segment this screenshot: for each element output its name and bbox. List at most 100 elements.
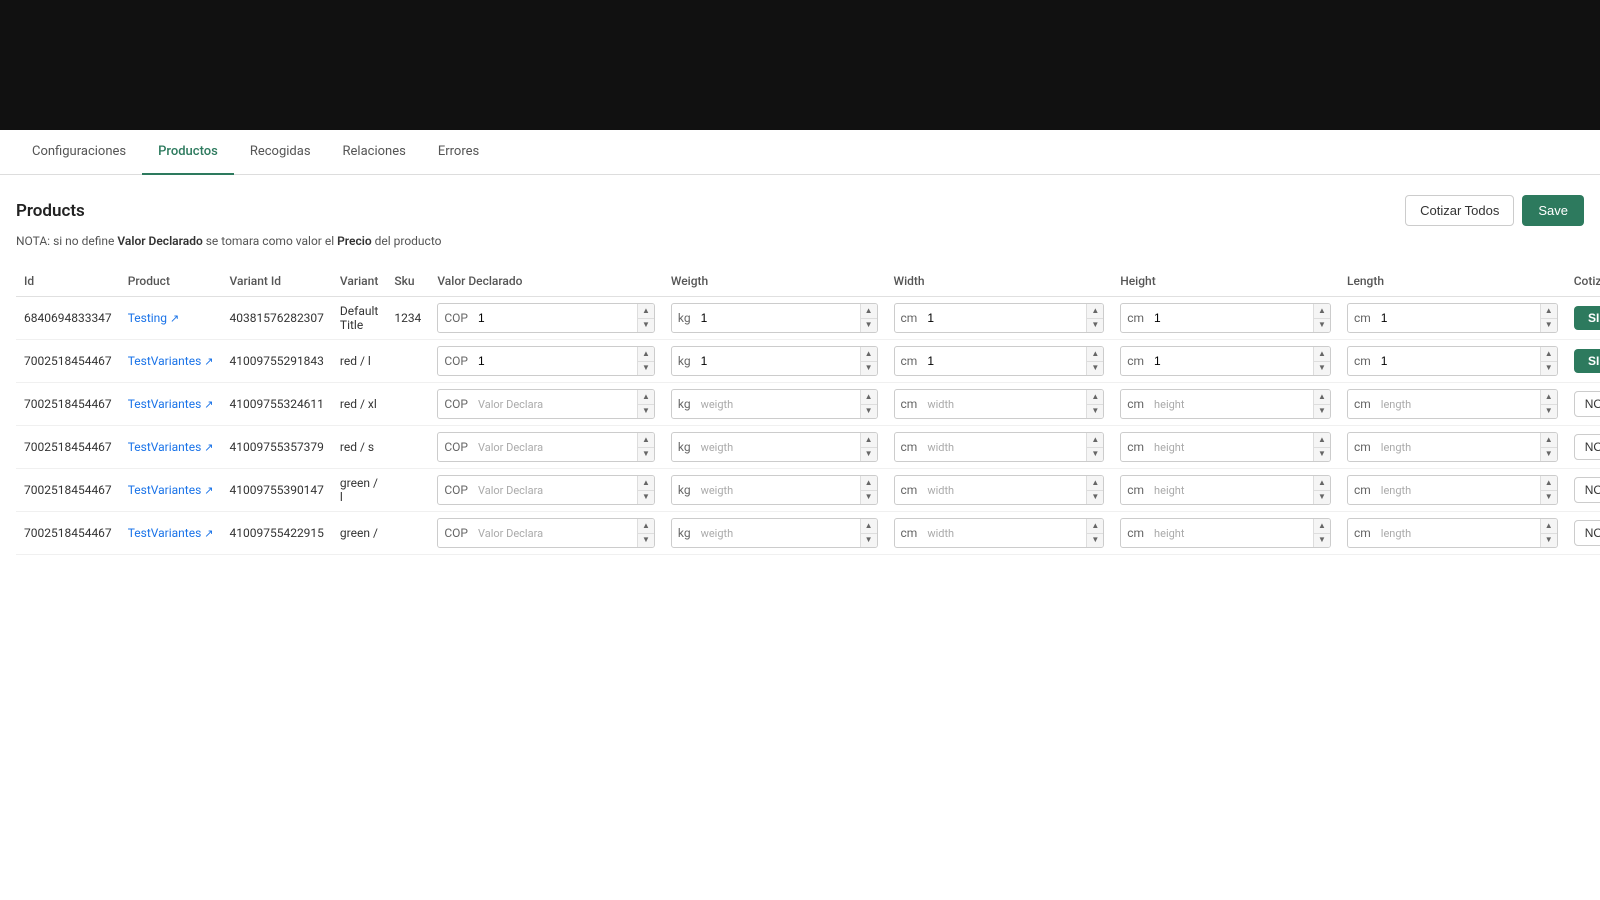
tab-productos[interactable]: Productos xyxy=(142,130,234,175)
spin-up-button[interactable]: ▲ xyxy=(861,347,877,362)
spin-down-button[interactable]: ▼ xyxy=(1087,319,1103,333)
spin-up-button[interactable]: ▲ xyxy=(1087,433,1103,448)
spin-up-button[interactable]: ▲ xyxy=(638,519,654,534)
spin-down-button[interactable]: ▼ xyxy=(1314,448,1330,462)
spin-up-button[interactable]: ▲ xyxy=(1314,476,1330,491)
spin-down-button[interactable]: ▼ xyxy=(638,491,654,505)
spin-buttons: ▲▼ xyxy=(1086,519,1103,547)
input-field[interactable] xyxy=(697,311,860,325)
cotizable-button[interactable]: SI xyxy=(1574,349,1600,373)
spin-down-button[interactable]: ▼ xyxy=(861,448,877,462)
spin-up-button[interactable]: ▲ xyxy=(1314,433,1330,448)
product-link[interactable]: TestVariantes ↗ xyxy=(128,483,214,497)
spin-up-button[interactable]: ▲ xyxy=(1087,304,1103,319)
spin-down-button[interactable]: ▼ xyxy=(1541,362,1557,376)
spin-down-button[interactable]: ▼ xyxy=(1087,362,1103,376)
spin-up-button[interactable]: ▲ xyxy=(1541,433,1557,448)
spin-up-button[interactable]: ▲ xyxy=(638,347,654,362)
spin-buttons: ▲▼ xyxy=(860,347,877,375)
spin-down-button[interactable]: ▼ xyxy=(638,362,654,376)
spin-up-button[interactable]: ▲ xyxy=(638,390,654,405)
save-button[interactable]: Save xyxy=(1522,195,1584,226)
spin-up-button[interactable]: ▲ xyxy=(861,519,877,534)
spin-up-button[interactable]: ▲ xyxy=(1314,390,1330,405)
cotizable-button[interactable]: NO xyxy=(1574,434,1600,460)
spin-down-button[interactable]: ▼ xyxy=(1541,491,1557,505)
tab-recogidas[interactable]: Recogidas xyxy=(234,130,327,175)
product-link[interactable]: TestVariantes ↗ xyxy=(128,354,214,368)
input-field[interactable] xyxy=(474,311,637,325)
spin-up-button[interactable]: ▲ xyxy=(1087,347,1103,362)
input-field[interactable] xyxy=(1150,354,1313,368)
product-link[interactable]: TestVariantes ↗ xyxy=(128,397,214,411)
col-valor-declarado: Valor Declarado xyxy=(429,266,663,297)
input-placeholder: Valor Declara xyxy=(474,398,637,411)
spin-buttons: ▲▼ xyxy=(1540,519,1557,547)
spin-down-button[interactable]: ▼ xyxy=(1541,319,1557,333)
spin-down-button[interactable]: ▼ xyxy=(1314,534,1330,548)
spin-up-button[interactable]: ▲ xyxy=(1541,476,1557,491)
spin-up-button[interactable]: ▲ xyxy=(1314,519,1330,534)
product-link[interactable]: TestVariantes ↗ xyxy=(128,526,214,540)
spin-up-button[interactable]: ▲ xyxy=(638,433,654,448)
spin-down-button[interactable]: ▼ xyxy=(861,491,877,505)
spin-down-button[interactable]: ▼ xyxy=(1087,405,1103,419)
product-link[interactable]: TestVariantes ↗ xyxy=(128,440,214,454)
spin-down-button[interactable]: ▼ xyxy=(1087,534,1103,548)
input-cell: COPValor Declara▲▼ xyxy=(429,469,663,512)
input-field[interactable] xyxy=(1150,311,1313,325)
col-height: Height xyxy=(1112,266,1339,297)
spin-down-button[interactable]: ▼ xyxy=(638,534,654,548)
spin-up-button[interactable]: ▲ xyxy=(861,390,877,405)
spin-down-button[interactable]: ▼ xyxy=(861,534,877,548)
spin-up-button[interactable]: ▲ xyxy=(861,433,877,448)
spin-up-button[interactable]: ▲ xyxy=(638,476,654,491)
spin-down-button[interactable]: ▼ xyxy=(1541,448,1557,462)
spin-up-button[interactable]: ▲ xyxy=(1541,519,1557,534)
spin-up-button[interactable]: ▲ xyxy=(861,476,877,491)
tab-errores[interactable]: Errores xyxy=(422,130,495,175)
input-field[interactable] xyxy=(1377,311,1540,325)
input-field[interactable] xyxy=(697,354,860,368)
input-unit-label: cm xyxy=(895,354,924,368)
col-product: Product xyxy=(120,266,222,297)
spin-up-button[interactable]: ▲ xyxy=(1087,390,1103,405)
cotizable-button[interactable]: NO xyxy=(1574,477,1600,503)
spin-down-button[interactable]: ▼ xyxy=(1314,405,1330,419)
product-link[interactable]: Testing ↗ xyxy=(128,311,214,325)
spin-up-button[interactable]: ▲ xyxy=(1087,519,1103,534)
cotizable-button[interactable]: SI xyxy=(1574,306,1600,330)
spin-down-button[interactable]: ▼ xyxy=(638,319,654,333)
spin-down-button[interactable]: ▼ xyxy=(1541,534,1557,548)
spin-down-button[interactable]: ▼ xyxy=(638,448,654,462)
cotizable-button[interactable]: NO xyxy=(1574,391,1600,417)
cotizable-button[interactable]: NO xyxy=(1574,520,1600,546)
spin-up-button[interactable]: ▲ xyxy=(1314,304,1330,319)
spin-down-button[interactable]: ▼ xyxy=(1087,491,1103,505)
spin-down-button[interactable]: ▼ xyxy=(1314,491,1330,505)
spin-up-button[interactable]: ▲ xyxy=(1087,476,1103,491)
spin-down-button[interactable]: ▼ xyxy=(861,362,877,376)
tab-relaciones[interactable]: Relaciones xyxy=(327,130,422,175)
col-width: Width xyxy=(886,266,1113,297)
tab-configuraciones[interactable]: Configuraciones xyxy=(16,130,142,175)
cotizar-todos-button[interactable]: Cotizar Todos xyxy=(1405,195,1514,226)
input-field[interactable] xyxy=(923,354,1086,368)
spin-up-button[interactable]: ▲ xyxy=(1541,347,1557,362)
spin-down-button[interactable]: ▼ xyxy=(638,405,654,419)
spin-down-button[interactable]: ▼ xyxy=(861,319,877,333)
spin-down-button[interactable]: ▼ xyxy=(1541,405,1557,419)
spin-up-button[interactable]: ▲ xyxy=(1541,390,1557,405)
input-field[interactable] xyxy=(474,354,637,368)
spin-up-button[interactable]: ▲ xyxy=(861,304,877,319)
row-id: 6840694833347 xyxy=(16,297,120,340)
spin-down-button[interactable]: ▼ xyxy=(1087,448,1103,462)
spin-down-button[interactable]: ▼ xyxy=(1314,319,1330,333)
spin-up-button[interactable]: ▲ xyxy=(1541,304,1557,319)
spin-up-button[interactable]: ▲ xyxy=(1314,347,1330,362)
input-field[interactable] xyxy=(1377,354,1540,368)
spin-up-button[interactable]: ▲ xyxy=(638,304,654,319)
spin-down-button[interactable]: ▼ xyxy=(1314,362,1330,376)
input-field[interactable] xyxy=(923,311,1086,325)
spin-down-button[interactable]: ▼ xyxy=(861,405,877,419)
